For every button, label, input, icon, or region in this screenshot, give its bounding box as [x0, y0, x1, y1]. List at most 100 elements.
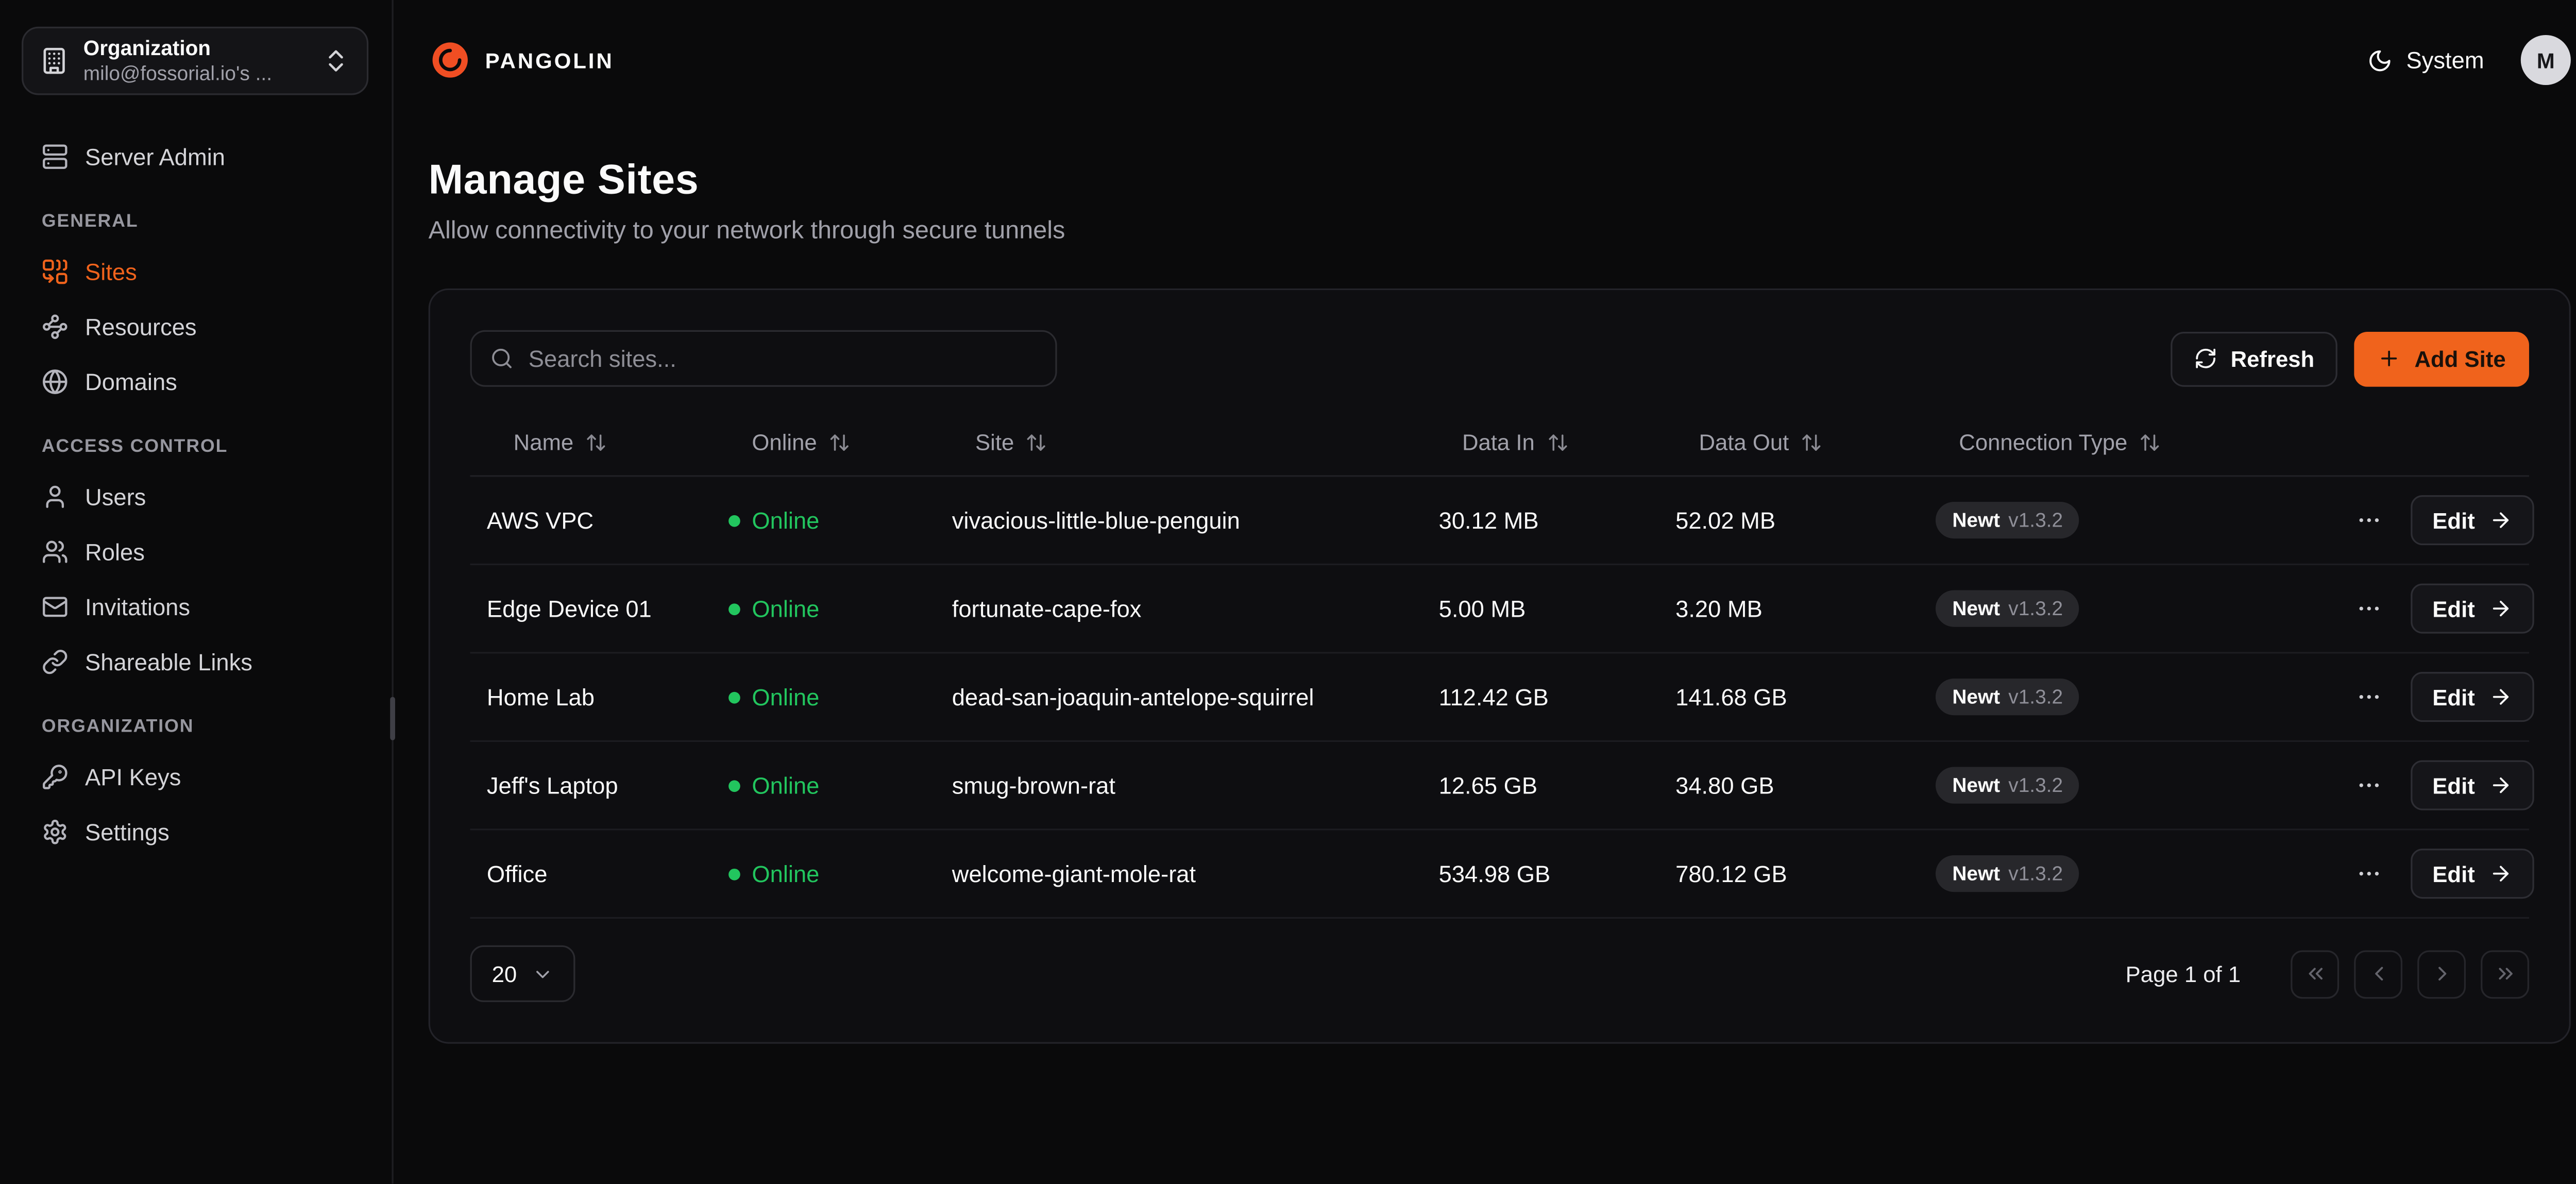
data-in-cell: 534.98 GB: [1439, 860, 1676, 887]
sidebar-item-sites[interactable]: Sites: [22, 243, 368, 298]
chevrons-left-icon: [2303, 962, 2326, 985]
row-menu-button[interactable]: [2355, 684, 2382, 711]
row-actions-cell: Edit: [2355, 849, 2547, 899]
site-slug-cell: smug-brown-rat: [952, 772, 1439, 799]
sidebar: Organization milo@fossorial.io's ... Ser…: [0, 0, 394, 1184]
arrow-right-icon: [2488, 862, 2512, 885]
column-header-connection-type[interactable]: Connection Type: [1936, 430, 2355, 455]
data-out-cell: 3.20 MB: [1675, 595, 1936, 622]
sidebar-item-server-admin[interactable]: Server Admin: [22, 128, 368, 183]
column-header-label: Online: [752, 430, 817, 455]
sidebar-scrollbar[interactable]: [390, 697, 395, 740]
column-header-data-in[interactable]: Data In: [1439, 430, 1676, 455]
sidebar-item-shareable-links[interactable]: Shareable Links: [22, 634, 368, 689]
brand: PANGOLIN: [429, 38, 614, 81]
edit-button-label: Edit: [2432, 773, 2475, 798]
sidebar-item-users[interactable]: Users: [22, 468, 368, 523]
building-icon: [40, 47, 69, 75]
chevron-left-icon: [2366, 962, 2389, 985]
arrow-right-icon: [2488, 597, 2512, 620]
connection-type-name: Newt: [1952, 509, 2000, 532]
sidebar-item-label: Invitations: [85, 593, 190, 619]
next-page-button[interactable]: [2417, 950, 2466, 998]
data-in-cell: 112.42 GB: [1439, 684, 1676, 711]
refresh-button[interactable]: Refresh: [2171, 331, 2338, 386]
data-out-cell: 141.68 GB: [1675, 684, 1936, 711]
chevron-right-icon: [2430, 962, 2453, 985]
sidebar-section-general: GENERAL: [42, 212, 348, 232]
page-title: Manage Sites: [429, 157, 2571, 205]
online-status-dot: [728, 691, 740, 703]
add-site-button-label: Add Site: [2414, 346, 2505, 371]
row-menu-button[interactable]: [2355, 595, 2382, 622]
search-input[interactable]: [529, 345, 1037, 372]
connection-type-version: v1.3.2: [2008, 773, 2063, 797]
sidebar-item-label: Domains: [85, 368, 177, 395]
sidebar-item-roles[interactable]: Roles: [22, 523, 368, 579]
row-actions-cell: Edit: [2355, 495, 2547, 545]
arrow-right-icon: [2488, 773, 2512, 797]
sidebar-item-label: Resources: [85, 313, 197, 340]
connection-type-version: v1.3.2: [2008, 597, 2063, 620]
previous-page-button[interactable]: [2354, 950, 2402, 998]
connection-type-badge: Newtv1.3.2: [1936, 679, 2080, 715]
site-status-cell: Online: [728, 684, 952, 711]
edit-button[interactable]: Edit: [2411, 849, 2533, 899]
site-name-cell: Jeff's Laptop: [470, 772, 729, 799]
topbar-right: System M: [2368, 35, 2571, 85]
sidebar-item-invitations[interactable]: Invitations: [22, 579, 368, 634]
page-size-select[interactable]: 20: [470, 945, 575, 1002]
sidebar-item-api-keys[interactable]: API Keys: [22, 749, 368, 804]
site-name-cell: Home Lab: [470, 684, 729, 711]
site-slug-cell: vivacious-little-blue-penguin: [952, 507, 1439, 534]
online-status-label: Online: [752, 507, 819, 534]
avatar[interactable]: M: [2521, 35, 2571, 85]
row-menu-button[interactable]: [2355, 507, 2382, 534]
online-status-dot: [728, 514, 740, 526]
column-header-data-out[interactable]: Data Out: [1675, 430, 1936, 455]
row-actions-cell: Edit: [2355, 584, 2547, 634]
last-page-button[interactable]: [2481, 950, 2529, 998]
sort-icon: [585, 432, 607, 453]
connection-type-cell: Newtv1.3.2: [1936, 767, 2355, 804]
org-switcher[interactable]: Organization milo@fossorial.io's ...: [22, 27, 368, 95]
chevrons-up-down-icon: [322, 47, 350, 75]
site-name-cell: Office: [470, 860, 729, 887]
data-out-cell: 52.02 MB: [1675, 507, 1936, 534]
column-header-label: Data In: [1462, 430, 1535, 455]
column-header-site[interactable]: Site: [952, 430, 1439, 455]
column-header-label: Data Out: [1699, 430, 1789, 455]
sort-icon: [1801, 432, 1822, 453]
edit-button[interactable]: Edit: [2411, 760, 2533, 810]
connection-type-cell: Newtv1.3.2: [1936, 679, 2355, 715]
edit-button[interactable]: Edit: [2411, 672, 2533, 722]
add-site-button[interactable]: Add Site: [2354, 331, 2529, 386]
table-row: Office Online welcome-giant-mole-rat 534…: [470, 831, 2529, 919]
theme-toggle-button[interactable]: System: [2368, 47, 2484, 74]
column-header-online[interactable]: Online: [728, 430, 952, 455]
data-out-cell: 34.80 GB: [1675, 772, 1936, 799]
connection-type-name: Newt: [1952, 862, 2000, 885]
sidebar-item-domains[interactable]: Domains: [22, 353, 368, 409]
column-header-name[interactable]: Name: [470, 430, 729, 455]
table-footer: 20 Page 1 of 1: [470, 945, 2529, 1002]
sites-card: Refresh Add Site Name Online: [429, 289, 2571, 1044]
edit-button-label: Edit: [2432, 861, 2475, 886]
main-column: PANGOLIN System M Manage Sites Allow con…: [394, 0, 2576, 1184]
sidebar-item-resources[interactable]: Resources: [22, 298, 368, 353]
sort-icon: [1026, 432, 1047, 453]
page-size-value: 20: [492, 961, 517, 987]
connection-type-badge: Newtv1.3.2: [1936, 590, 2080, 627]
moon-icon: [2368, 47, 2393, 73]
row-menu-button[interactable]: [2355, 772, 2382, 799]
server-icon: [42, 143, 69, 170]
edit-button[interactable]: Edit: [2411, 495, 2533, 545]
sidebar-item-label: Sites: [85, 258, 137, 284]
row-menu-button[interactable]: [2355, 860, 2382, 887]
sidebar-item-settings[interactable]: Settings: [22, 804, 368, 859]
first-page-button[interactable]: [2291, 950, 2339, 998]
edit-button[interactable]: Edit: [2411, 584, 2533, 634]
online-status-label: Online: [752, 684, 819, 711]
data-in-cell: 5.00 MB: [1439, 595, 1676, 622]
table-row: Edge Device 01 Online fortunate-cape-fox…: [470, 565, 2529, 654]
